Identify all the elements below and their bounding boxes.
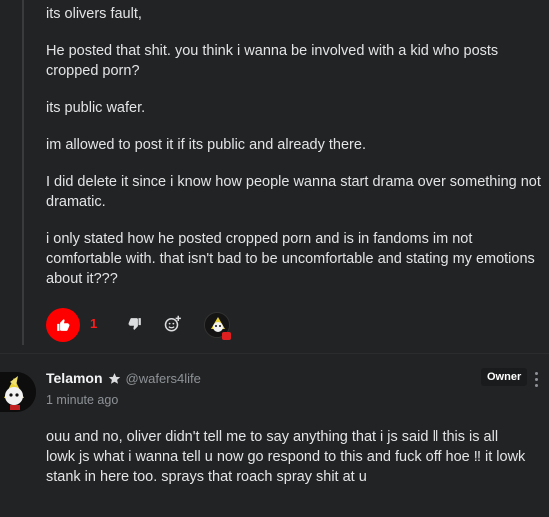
reply-author-line: Telamon @wafers4life [46, 370, 201, 386]
reply-timestamp: 1 minute ago [46, 393, 119, 407]
kebab-dot [534, 378, 538, 381]
thumbs-down-icon [128, 318, 141, 330]
message-paragraph: its public wafer. [46, 100, 146, 116]
message-paragraph: I did delete it since i know how people … [46, 174, 541, 210]
author-handle[interactable]: @wafers4life [126, 371, 201, 386]
owner-badge: Owner [481, 368, 528, 386]
add-reaction-icon [164, 315, 181, 332]
reactor-badge [222, 332, 231, 340]
message-paragraph: He posted that shit. you think i wanna b… [46, 43, 499, 79]
message-paragraph: its olivers fault, [46, 6, 142, 22]
divider [0, 353, 549, 354]
message-paragraph: im allowed to post it if its public and … [46, 137, 366, 153]
kebab-menu-icon[interactable] [533, 372, 539, 387]
like-count: 1 [90, 316, 98, 331]
message-actions: 1 [46, 308, 346, 344]
star-icon [108, 372, 120, 384]
thread-line [22, 0, 24, 345]
reply-text: ouu and no, oliver didn't tell me to say… [46, 429, 526, 485]
kebab-dot [534, 384, 538, 387]
message-paragraph: i only stated how he posted cropped porn… [46, 231, 535, 287]
author-name[interactable]: Telamon [46, 370, 103, 386]
message-body: its olivers fault, He posted that shit. … [46, 0, 541, 306]
reply-avatar[interactable] [0, 372, 36, 412]
add-reaction-button[interactable] [164, 315, 182, 338]
thumbs-up-icon [57, 319, 70, 331]
like-button[interactable] [46, 308, 80, 342]
kebab-dot [534, 372, 538, 375]
reply-avatar-image [0, 372, 36, 412]
dislike-button[interactable] [128, 317, 142, 336]
